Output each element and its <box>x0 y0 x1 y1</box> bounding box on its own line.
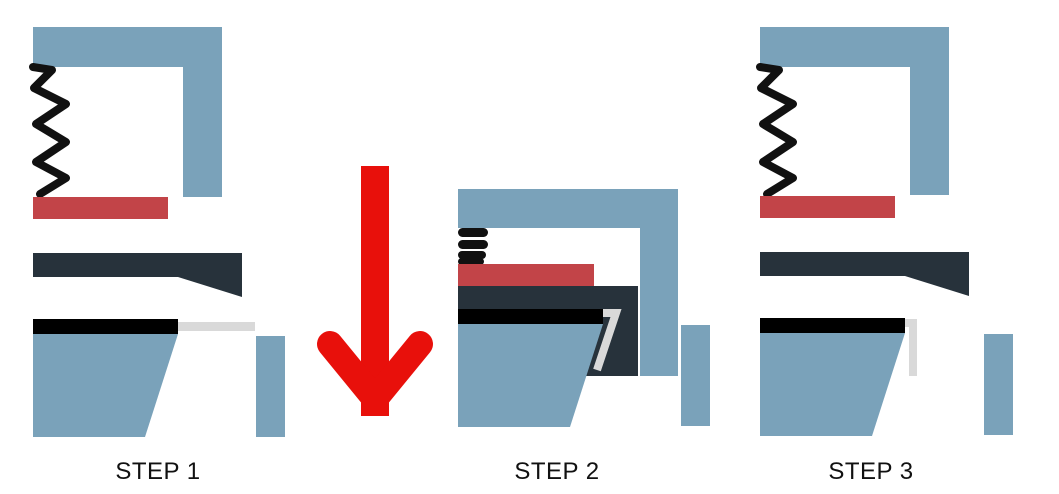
step-1-panel <box>29 27 285 437</box>
gray-wire <box>178 322 255 331</box>
down-arrow <box>317 166 433 416</box>
diagram-canvas <box>29 27 1013 437</box>
step-3-label: STEP 3 <box>828 458 914 485</box>
step-3-panel <box>756 27 1013 436</box>
gray-wire <box>905 319 917 376</box>
black-strip <box>760 318 905 333</box>
step-2-panel <box>458 189 710 427</box>
dark-plate <box>33 253 242 297</box>
compressed-spring <box>458 228 488 265</box>
lower-base <box>458 324 603 427</box>
side-post <box>984 334 1013 435</box>
dark-plate <box>760 252 969 296</box>
red-pad <box>458 264 594 286</box>
red-pad <box>760 196 895 218</box>
side-post <box>256 336 285 437</box>
press-process-diagram: STEP 1 STEP 2 STEP 3 <box>0 0 1059 494</box>
lower-base <box>33 334 178 437</box>
step-1-label: STEP 1 <box>115 458 201 485</box>
black-strip <box>458 309 603 324</box>
black-strip <box>33 319 178 334</box>
lower-base <box>760 333 905 436</box>
step-2-label: STEP 2 <box>514 458 600 485</box>
side-post <box>681 325 710 426</box>
spring <box>756 63 797 198</box>
spring <box>29 63 70 198</box>
red-pad <box>33 197 168 219</box>
